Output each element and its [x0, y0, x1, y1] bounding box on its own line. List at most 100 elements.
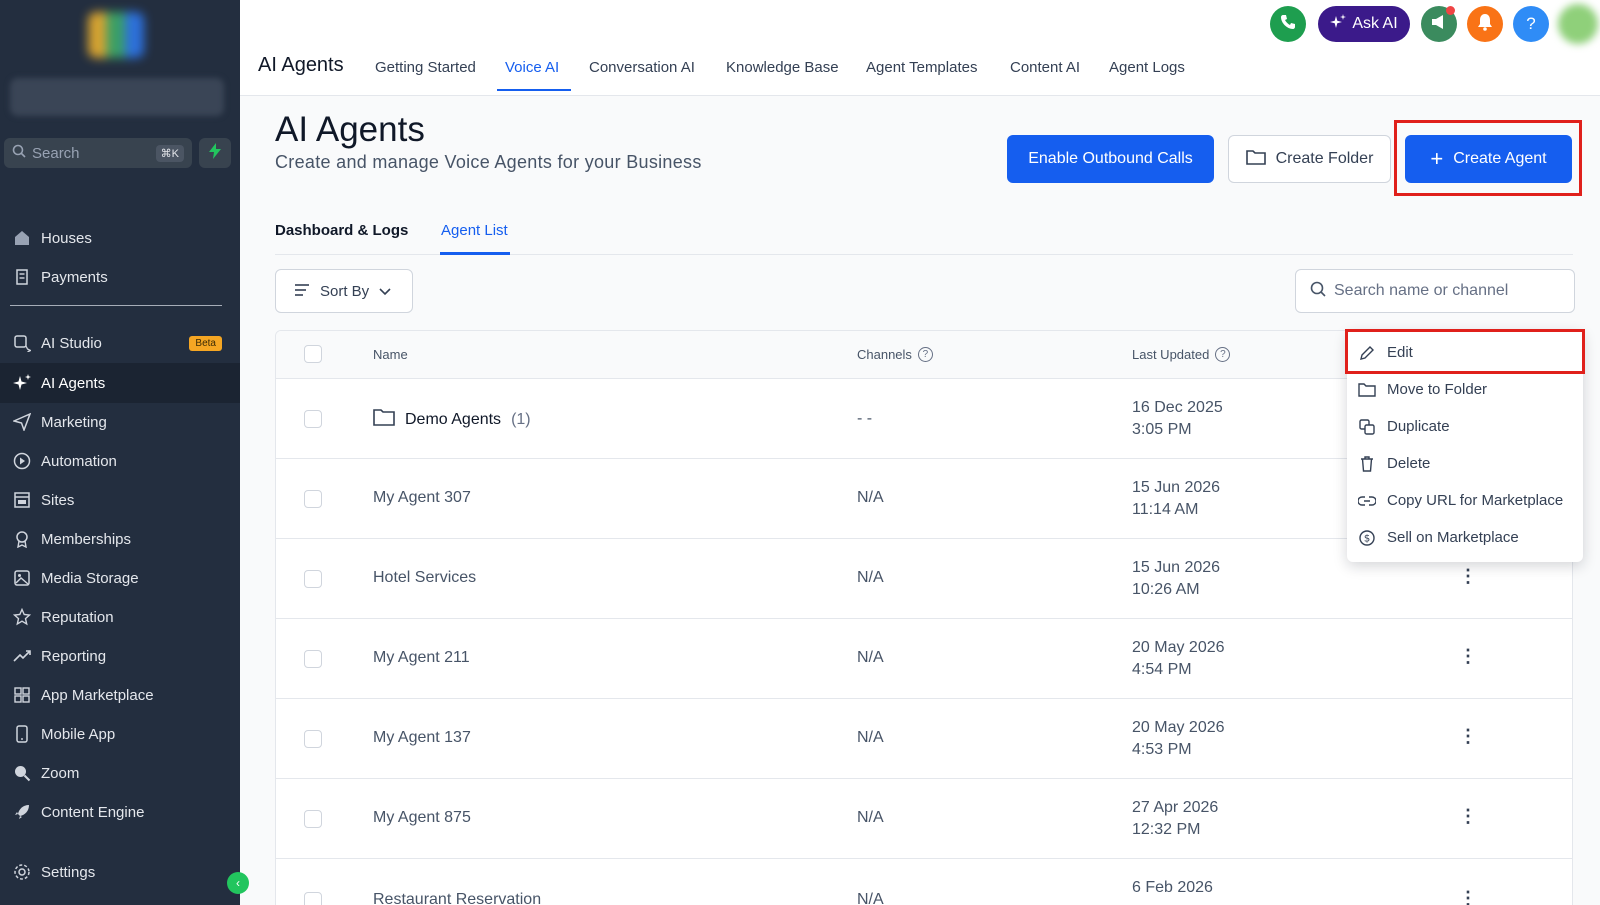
- sidebar-search[interactable]: Search ⌘K: [4, 138, 192, 168]
- agent-name[interactable]: My Agent 137: [373, 729, 471, 747]
- sidebar-item-reputation[interactable]: Reputation: [0, 597, 240, 637]
- copy-icon: [1357, 417, 1377, 437]
- help-circle-icon[interactable]: ?: [917, 347, 933, 362]
- row-actions-button[interactable]: ⋮: [1459, 806, 1477, 827]
- row-checkbox[interactable]: [304, 410, 322, 428]
- sparkle-icon: [1330, 13, 1347, 35]
- agent-name[interactable]: My Agent 307: [373, 489, 471, 507]
- menu-item-sell-on-marketplace[interactable]: $ Sell on Marketplace: [1347, 519, 1583, 556]
- sidebar-item-payments[interactable]: Payments: [0, 257, 240, 297]
- sidebar-item-memberships[interactable]: Memberships: [0, 519, 240, 559]
- sidebar-item-label: Memberships: [41, 530, 132, 548]
- table-row[interactable]: Restaurant Reservation N/A 6 Feb 2026 ⋮: [276, 859, 1572, 905]
- select-all-checkbox[interactable]: [304, 345, 322, 363]
- row-checkbox[interactable]: [304, 650, 322, 668]
- sidebar-item-ai-agents[interactable]: AI Agents: [0, 363, 240, 403]
- question-icon: ?: [1526, 14, 1536, 33]
- trash-icon: [1357, 454, 1377, 474]
- menu-item-duplicate[interactable]: Duplicate: [1347, 408, 1583, 445]
- account-switcher[interactable]: [10, 78, 224, 116]
- row-actions-button[interactable]: ⋮: [1459, 646, 1477, 667]
- row-checkbox[interactable]: [304, 730, 322, 748]
- tab-content-ai[interactable]: Content AI: [1010, 59, 1080, 76]
- row-checkbox[interactable]: [304, 892, 322, 905]
- column-name[interactable]: Name: [373, 347, 408, 362]
- row-actions-button[interactable]: ⋮: [1459, 726, 1477, 747]
- sites-icon: [12, 490, 32, 510]
- menu-item-label: Move to Folder: [1387, 381, 1488, 398]
- sidebar-item-marketing[interactable]: Marketing: [0, 402, 240, 442]
- sidebar-search-placeholder: Search: [32, 144, 80, 162]
- date-value: 20 May 2026: [1132, 639, 1225, 656]
- sidebar-item-ai-studio[interactable]: AI Studio Beta: [0, 323, 240, 363]
- sidebar-item-automation[interactable]: Automation: [0, 441, 240, 481]
- row-actions-button[interactable]: ⋮: [1459, 566, 1477, 587]
- table-row[interactable]: My Agent 211 N/A 20 May 2026 4:54 PM ⋮: [276, 619, 1572, 699]
- column-channels-label: Channels: [857, 347, 912, 362]
- quick-action-button[interactable]: [199, 138, 231, 168]
- tab-voice-ai[interactable]: Voice AI: [505, 59, 559, 76]
- create-folder-button[interactable]: Create Folder: [1228, 135, 1391, 183]
- channel-cell: N/A: [857, 891, 884, 905]
- agent-search-input[interactable]: Search name or channel: [1295, 269, 1575, 313]
- sidebar-item-zoom[interactable]: Zoom: [0, 753, 240, 793]
- tab-dashboard-logs[interactable]: Dashboard & Logs: [275, 222, 408, 239]
- enable-outbound-calls-button[interactable]: Enable Outbound Calls: [1007, 135, 1214, 183]
- gear-icon: [12, 862, 32, 882]
- notification-dot: [1446, 6, 1455, 15]
- column-last-updated-label: Last Updated: [1132, 347, 1210, 362]
- grid-icon: [12, 685, 32, 705]
- sidebar-item-houses[interactable]: Houses: [0, 218, 240, 258]
- menu-item-move-to-folder[interactable]: Move to Folder: [1347, 371, 1583, 408]
- sidebar-item-app-marketplace[interactable]: App Marketplace: [0, 675, 240, 715]
- agent-name[interactable]: Hotel Services: [373, 569, 476, 587]
- folder-count: (1): [511, 410, 531, 428]
- agent-name[interactable]: My Agent 211: [373, 649, 470, 667]
- help-circle-icon[interactable]: ?: [1215, 347, 1231, 362]
- date-cell: 15 Jun 2026 11:14 AM: [1132, 477, 1220, 521]
- company-logo: [88, 12, 144, 58]
- help-button[interactable]: ?: [1513, 6, 1549, 42]
- row-checkbox[interactable]: [304, 490, 322, 508]
- announcements-button[interactable]: [1421, 6, 1457, 42]
- menu-item-delete[interactable]: Delete: [1347, 445, 1583, 482]
- tab-getting-started[interactable]: Getting Started: [375, 59, 476, 76]
- sidebar-item-settings[interactable]: Settings: [0, 852, 240, 892]
- sidebar-item-media-storage[interactable]: Media Storage: [0, 558, 240, 598]
- collapse-sidebar-button[interactable]: ‹: [227, 872, 249, 894]
- row-checkbox[interactable]: [304, 810, 322, 828]
- folder-name-cell[interactable]: Demo Agents (1): [373, 408, 531, 431]
- phone-button[interactable]: [1270, 6, 1306, 42]
- table-row[interactable]: My Agent 137 N/A 20 May 2026 4:53 PM ⋮: [276, 699, 1572, 779]
- tab-agent-logs[interactable]: Agent Logs: [1109, 59, 1185, 76]
- row-checkbox[interactable]: [304, 570, 322, 588]
- sidebar-item-label: Media Storage: [41, 569, 139, 587]
- sidebar-item-mobile-app[interactable]: Mobile App: [0, 714, 240, 754]
- sidebar-item-label: Houses: [41, 229, 92, 247]
- trend-icon: [12, 646, 32, 666]
- row-actions-button[interactable]: ⋮: [1459, 888, 1477, 905]
- sort-by-button[interactable]: Sort By: [275, 269, 413, 313]
- svg-text:$: $: [1364, 533, 1370, 544]
- folder-name: Demo Agents: [405, 410, 502, 428]
- tab-conversation-ai[interactable]: Conversation AI: [589, 59, 695, 76]
- sidebar-item-label: Payments: [41, 268, 108, 286]
- bell-icon: [1477, 13, 1493, 36]
- table-row[interactable]: My Agent 875 N/A 27 Apr 2026 12:32 PM ⋮: [276, 779, 1572, 859]
- menu-item-copy-url[interactable]: Copy URL for Marketplace: [1347, 482, 1583, 519]
- link-icon: [1357, 491, 1377, 511]
- notifications-button[interactable]: [1467, 6, 1503, 42]
- sidebar-item-sites[interactable]: Sites: [0, 480, 240, 520]
- ask-ai-button[interactable]: Ask AI: [1318, 6, 1410, 42]
- agent-name[interactable]: Restaurant Reservation: [373, 891, 541, 905]
- agent-name[interactable]: My Agent 875: [373, 809, 471, 827]
- folder-icon: [1357, 380, 1377, 400]
- tab-knowledge-base[interactable]: Knowledge Base: [726, 59, 839, 76]
- channel-cell: N/A: [857, 649, 884, 666]
- tab-agent-list[interactable]: Agent List: [441, 222, 508, 239]
- sidebar-item-content-engine[interactable]: Content Engine: [0, 792, 240, 832]
- user-avatar[interactable]: [1558, 4, 1598, 44]
- tab-agent-templates[interactable]: Agent Templates: [866, 59, 977, 76]
- sidebar-item-label: Content Engine: [41, 803, 145, 821]
- sidebar-item-reporting[interactable]: Reporting: [0, 636, 240, 676]
